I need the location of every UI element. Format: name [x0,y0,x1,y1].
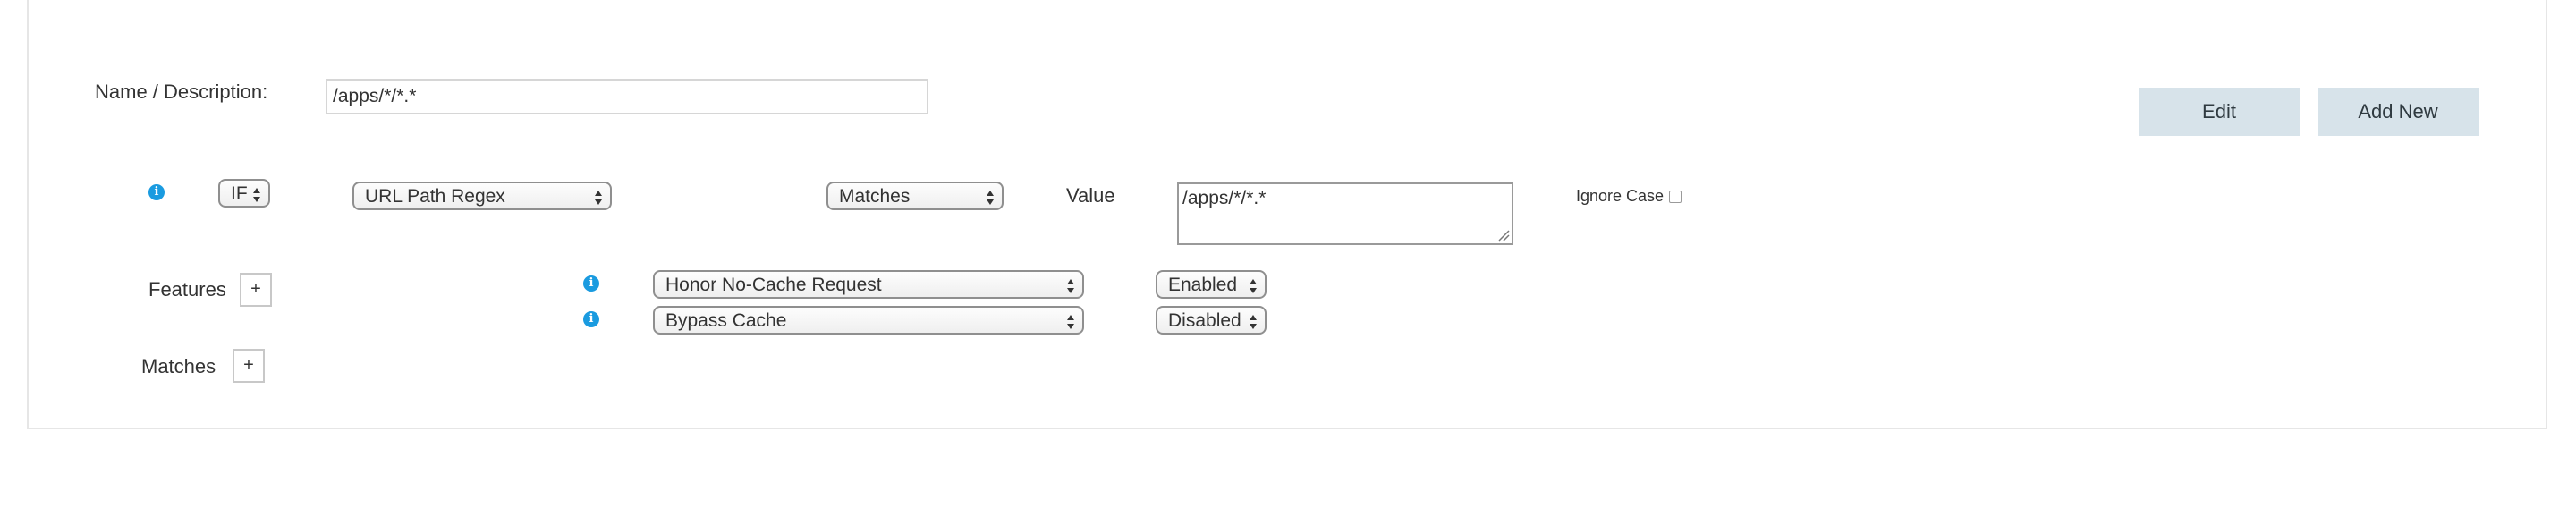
match-type-select[interactable]: URL Path Regex [352,182,612,210]
match-type-value: URL Path Regex [365,186,505,207]
comparison-value: Matches [839,186,911,207]
feature-state-value: Disabled [1168,310,1241,331]
select-arrows-icon [1067,315,1074,329]
feature-info-icon[interactable]: i [583,275,599,292]
resize-grip-icon[interactable] [1497,229,1510,242]
ignore-case-label: Ignore Case [1576,187,1665,205]
select-arrows-icon [1250,279,1257,293]
condition-info-icon[interactable]: i [148,184,165,200]
feature-info-icon[interactable]: i [583,311,599,327]
select-arrows-icon [1250,315,1257,329]
if-operator-select[interactable]: IF [218,179,270,208]
feature-state-select[interactable]: Enabled [1156,270,1267,299]
add-feature-button[interactable]: + [240,273,272,307]
feature-value: Bypass Cache [665,310,787,331]
value-label: Value [1066,184,1115,207]
add-match-button[interactable]: + [233,349,265,383]
feature-select[interactable]: Honor No-Cache Request [653,270,1084,299]
name-description-input[interactable]: /apps/*/*.* [326,79,928,114]
feature-value: Honor No-Cache Request [665,275,882,295]
name-description-label: Name / Description: [95,81,268,103]
matches-label: Matches [141,355,216,377]
ignore-case-checkbox[interactable] [1669,191,1682,203]
select-arrows-icon [595,191,602,205]
feature-state-value: Enabled [1168,275,1238,295]
value-text: /apps/*/*.* [1182,188,1267,208]
value-textarea[interactable]: /apps/*/*.* [1177,182,1513,245]
add-new-button[interactable]: Add New [2318,88,2479,136]
select-arrows-icon [987,191,994,205]
feature-state-select[interactable]: Disabled [1156,306,1267,335]
select-arrows-icon [1067,279,1074,293]
features-label: Features [148,278,226,301]
feature-select[interactable]: Bypass Cache [653,306,1084,335]
select-arrows-icon [253,188,260,202]
edit-button[interactable]: Edit [2139,88,2300,136]
comparison-select[interactable]: Matches [826,182,1004,210]
if-operator-value: IF [231,183,248,204]
